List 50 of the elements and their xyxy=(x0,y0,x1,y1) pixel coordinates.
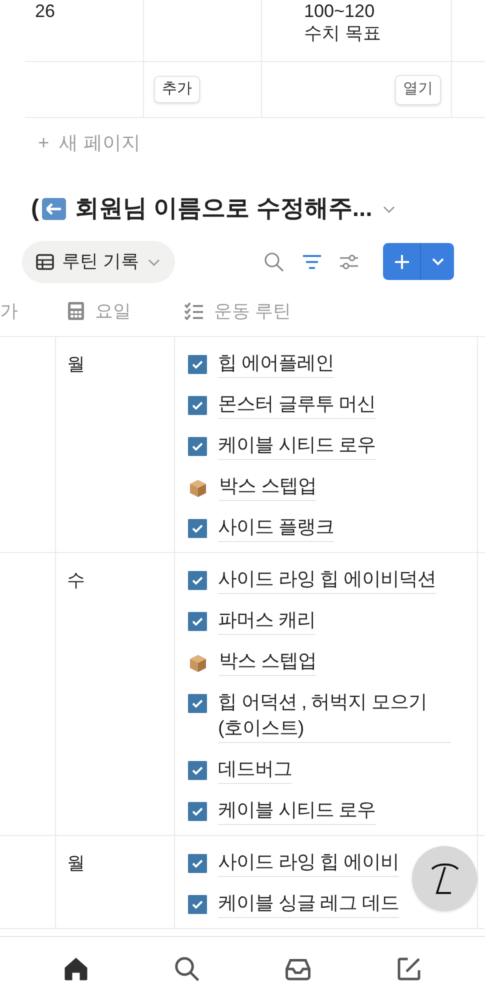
calculator-icon xyxy=(67,301,85,321)
checkbox-icon[interactable] xyxy=(188,612,207,630)
table-icon xyxy=(36,254,54,270)
checkbox-icon[interactable] xyxy=(188,436,207,456)
checkbox-icon[interactable] xyxy=(188,570,207,590)
routine-link[interactable]: 사이드 플랭크 xyxy=(218,514,334,542)
search-icon[interactable] xyxy=(263,250,285,272)
routine-link[interactable]: 박스 스텝업 xyxy=(219,474,316,500)
package-icon xyxy=(188,652,208,672)
column-header: 운동 루틴 xyxy=(214,300,292,322)
checkbox-icon[interactable] xyxy=(188,760,207,780)
checkbox-icon[interactable] xyxy=(188,854,207,872)
checkbox-icon[interactable] xyxy=(188,518,207,538)
routine-link[interactable]: 사이드 라잉 힙 에이비 xyxy=(218,850,399,876)
day-cell: 수 xyxy=(67,570,85,590)
chevron-down-icon xyxy=(430,256,444,266)
routine-link[interactable]: 파머스 캐리 xyxy=(218,608,316,634)
day-cell: 월 xyxy=(67,852,85,872)
checkbox-icon[interactable] xyxy=(188,694,207,712)
plus-icon xyxy=(394,254,410,270)
routine-link[interactable]: 힙 어덕션 , 허벅지 모으기 (호이스트) xyxy=(218,690,451,742)
table-cell-text: 100~120 수치 목표 xyxy=(304,0,382,44)
chevron-down-icon[interactable] xyxy=(382,204,396,214)
routine-link[interactable]: 박스 스텝업 xyxy=(219,648,316,676)
checkbox-icon[interactable] xyxy=(188,354,207,374)
database-title: ( xyxy=(31,194,39,224)
filter-icon[interactable] xyxy=(302,254,322,270)
add-button[interactable]: 추가 xyxy=(154,76,200,103)
checkbox-icon[interactable] xyxy=(188,396,207,414)
assistant-button[interactable] xyxy=(412,846,477,911)
routine-link[interactable]: 데드버그 xyxy=(218,756,292,784)
database-title: 회원님 이름으로 수정해주... xyxy=(75,194,372,224)
checkbox-icon[interactable] xyxy=(188,894,207,914)
table-cell-text: 26 xyxy=(35,0,56,22)
routine-link[interactable]: 케이블 시티드 로우 xyxy=(218,432,376,460)
package-icon xyxy=(188,478,208,498)
routine-link[interactable]: 몬스터 글루투 머신 xyxy=(218,392,376,418)
checklist-icon xyxy=(184,302,204,320)
view-tab[interactable]: 루틴 기록 xyxy=(22,240,176,282)
chevron-down-icon xyxy=(147,256,162,266)
routine-link[interactable]: 케이블 싱글 레그 데드 xyxy=(218,890,399,918)
column-header: 요일 xyxy=(95,300,131,322)
routine-link[interactable]: 힙 에어플레인 xyxy=(218,350,334,378)
routine-link[interactable]: 사이드 라잉 힙 에이비덕션 xyxy=(218,566,436,594)
column-header: 가 xyxy=(0,300,18,322)
open-button[interactable]: 열기 xyxy=(395,74,441,104)
routine-link[interactable]: 케이블 시티드 로우 xyxy=(218,798,376,824)
day-cell: 월 xyxy=(67,354,85,374)
settings-icon[interactable] xyxy=(339,252,359,270)
checkbox-icon[interactable] xyxy=(188,802,207,820)
